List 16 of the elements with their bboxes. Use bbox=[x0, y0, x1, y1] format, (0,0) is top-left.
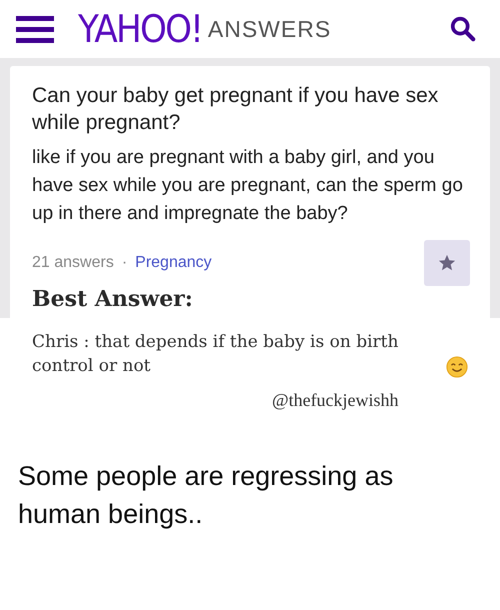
star-icon bbox=[438, 254, 456, 272]
section-title: ANSWERS bbox=[208, 16, 332, 42]
caption: Some people are regressing as human beings.. bbox=[17, 460, 394, 531]
best-answer-heading: Best Answer: bbox=[32, 286, 194, 312]
separator: · bbox=[122, 254, 128, 272]
question-title: Can your baby get pregnant if you have sex while pregnant? bbox=[32, 83, 440, 136]
answer-count: 21 answers bbox=[32, 254, 114, 272]
question-text: like if you are pregnant with a baby girl, and you have sex while you are pregnant, can the sperm go up in there and impregnate the baby? bbox=[32, 146, 464, 226]
menu-icon[interactable] bbox=[16, 16, 54, 42]
author-handle: @thefuckjewishh bbox=[272, 390, 400, 411]
category-link[interactable]: Pregnancy bbox=[135, 254, 212, 272]
star-button[interactable] bbox=[424, 240, 470, 286]
logo[interactable]: YAHOO! bbox=[78, 7, 202, 51]
answer-text: Chris : that depends if the baby is on birth control or not bbox=[32, 331, 400, 378]
smiley-icon bbox=[446, 356, 468, 378]
search-icon[interactable] bbox=[450, 16, 476, 42]
